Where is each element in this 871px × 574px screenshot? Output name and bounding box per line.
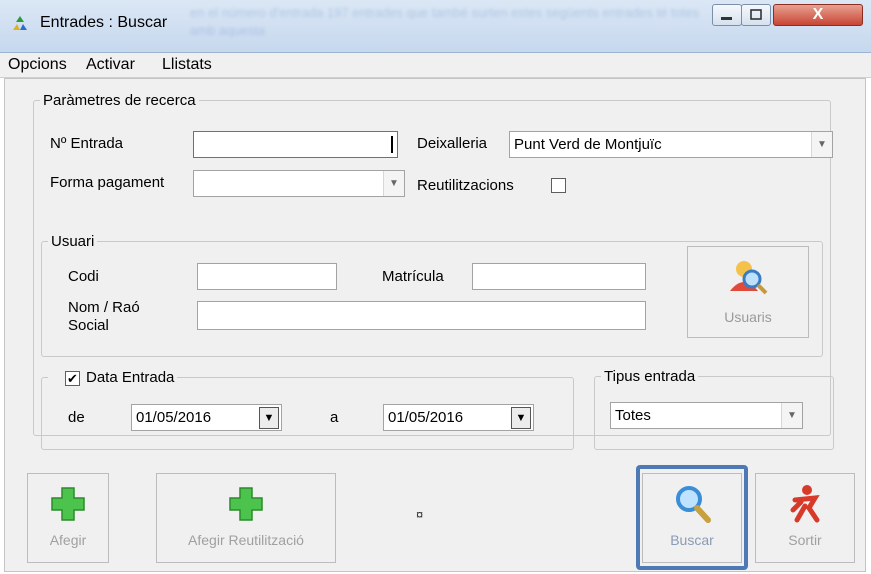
add-plus-icon [51, 487, 85, 521]
name-label: Nom / Raó Social [68, 299, 140, 334]
text-caret [391, 136, 393, 153]
plate-label: Matrícula [382, 268, 444, 285]
add-plus-icon [229, 487, 263, 521]
code-label: Codi [68, 268, 99, 285]
window-title: Entrades : Buscar [40, 14, 168, 31]
code-input[interactable] [197, 263, 337, 290]
maximize-button[interactable] [741, 4, 771, 26]
calendar-dropdown-icon[interactable]: ▼ [511, 407, 531, 429]
date-checkbox[interactable]: ✔ [65, 371, 80, 386]
date-from-value: 01/05/2016 [136, 409, 212, 426]
add-button-label: Afegir [49, 532, 87, 548]
menu-opcions[interactable]: Opcions [8, 56, 67, 74]
background-window-text: en el número d'entrada 197 entrades que … [190, 5, 700, 38]
chevron-down-icon[interactable]: ▼ [811, 132, 832, 157]
add-button[interactable]: Afegir [27, 473, 109, 563]
search-params-legend: Paràmetres de recerca [43, 92, 196, 109]
user-search-icon [730, 261, 768, 295]
point-select[interactable]: Punt Verd de Montjuïc ▼ [509, 131, 833, 158]
name-input[interactable] [197, 301, 646, 330]
reuse-checkbox[interactable] [551, 178, 566, 193]
user-legend: Usuari [51, 233, 95, 250]
menu-bar: Opcions Activar Llistats [0, 53, 871, 78]
date-to-picker[interactable]: 01/05/2016 ▼ [383, 404, 534, 431]
exit-running-icon [790, 485, 820, 523]
exit-button[interactable]: Sortir [755, 473, 855, 563]
close-icon: X [812, 6, 824, 23]
menu-llistats[interactable]: Llistats [162, 56, 212, 74]
date-from-label: de [68, 409, 85, 426]
date-to-label: a [330, 409, 339, 426]
payment-select[interactable]: ▼ [193, 170, 405, 197]
app-recycle-icon [13, 16, 27, 30]
point-select-value: Punt Verd de Montjuïc [514, 136, 662, 153]
entry-number-input[interactable] [193, 131, 398, 158]
date-legend: Data Entrada [86, 369, 178, 386]
search-button-highlight [636, 465, 748, 570]
reuse-label: Reutilitzacions [417, 177, 514, 194]
check-icon: ✔ [67, 371, 78, 386]
menu-activar[interactable]: Activar [86, 56, 135, 74]
point-label: Deixalleria [417, 135, 488, 152]
entry-type-value: Totes [615, 407, 651, 424]
entry-type-legend: Tipus entrada [604, 368, 696, 385]
minimize-icon [721, 17, 732, 20]
close-button[interactable]: X [773, 4, 863, 26]
users-button[interactable]: Usuaris [687, 246, 809, 338]
title-bar: Entrades : Buscar en el número d'entrada… [0, 0, 871, 53]
users-button-label: Usuaris [724, 309, 772, 325]
entry-type-select[interactable]: Totes ▼ [610, 402, 803, 429]
entry-number-label: Nº Entrada [50, 135, 124, 152]
calendar-dropdown-icon[interactable]: ▼ [259, 407, 279, 429]
exit-button-label: Sortir [788, 532, 822, 548]
minimize-button[interactable] [712, 4, 742, 26]
date-from-picker[interactable]: 01/05/2016 ▼ [131, 404, 282, 431]
small-marker: ¤ [416, 507, 424, 522]
add-reuse-button-label: Afegir Reutilització [188, 532, 304, 548]
add-reuse-button[interactable]: Afegir Reutilització [156, 473, 336, 563]
payment-label: Forma pagament [50, 174, 165, 191]
chevron-down-icon[interactable]: ▼ [781, 403, 802, 428]
chevron-down-icon[interactable]: ▼ [383, 171, 404, 196]
maximize-icon [750, 9, 762, 20]
date-to-value: 01/05/2016 [388, 409, 464, 426]
plate-input[interactable] [472, 263, 646, 290]
